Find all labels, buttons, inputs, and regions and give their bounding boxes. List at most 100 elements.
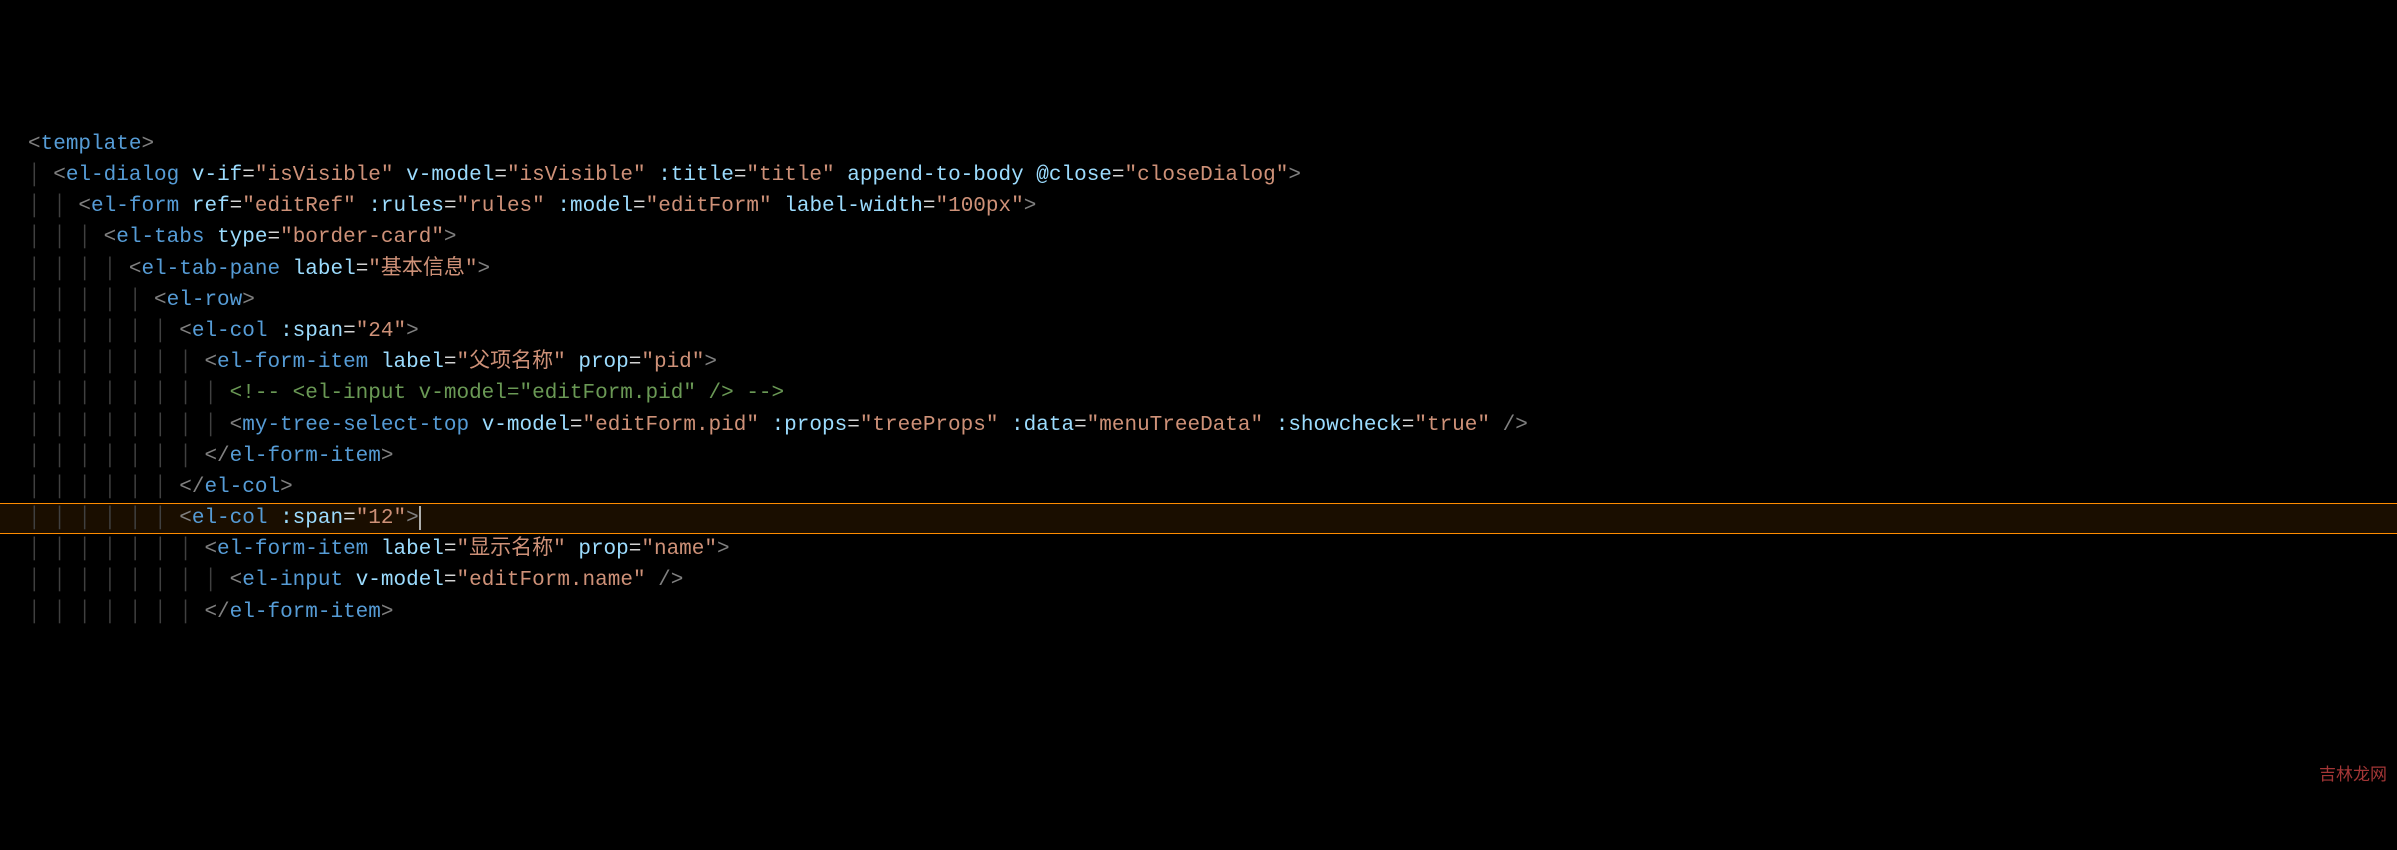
token-bracket: <: [204, 534, 217, 565]
code-line[interactable]: <template>: [0, 129, 2397, 160]
token-attr-value: "isVisible": [507, 160, 646, 191]
token-tag: el-form-item: [217, 347, 368, 378]
token-attr-name: :rules: [368, 191, 444, 222]
token-punct: [1024, 160, 1037, 191]
token-attr-name: :span: [280, 316, 343, 347]
indent-guide: │ │ │ │ │ │: [28, 316, 179, 347]
token-bracket: <: [179, 503, 192, 534]
token-bracket: >: [381, 597, 394, 628]
token-punct: =: [267, 222, 280, 253]
code-line[interactable]: │ │ │ │ │ │ │ │ <el-input v-model="editF…: [0, 565, 2397, 596]
token-bracket: >: [242, 285, 255, 316]
code-line[interactable]: │ │ │ │ │ <el-row>: [0, 285, 2397, 316]
token-bracket: </: [179, 472, 204, 503]
code-editor[interactable]: <template>│ <el-dialog v-if="isVisible" …: [0, 129, 2397, 628]
token-punct: =: [1402, 410, 1415, 441]
token-punct: =: [343, 316, 356, 347]
indent-guide: │ │ │ │: [28, 254, 129, 285]
code-line[interactable]: │ │ │ │ │ │ │ <el-form-item label="显示名称"…: [0, 534, 2397, 565]
token-bracket: <: [104, 222, 117, 253]
token-attr-name: v-if: [192, 160, 242, 191]
token-punct: =: [633, 191, 646, 222]
token-punct: [179, 160, 192, 191]
token-attr-value: "editRef": [242, 191, 355, 222]
token-attr-name: v-model: [356, 565, 444, 596]
code-line[interactable]: │ │ │ │ │ │ <el-col :span="24">: [0, 316, 2397, 347]
token-attr-value: "menuTreeData": [1087, 410, 1263, 441]
token-attr-name: label: [381, 347, 444, 378]
token-punct: =: [444, 347, 457, 378]
token-attr-name: :model: [557, 191, 633, 222]
token-bracket: >: [406, 503, 419, 534]
token-punct: [368, 347, 381, 378]
token-attr-value: "12": [356, 503, 406, 534]
token-attr-name: type: [217, 222, 267, 253]
token-punct: [759, 410, 772, 441]
token-tag: el-form-item: [230, 441, 381, 472]
token-tag: el-row: [167, 285, 243, 316]
code-line[interactable]: │ │ │ │ │ │ </el-col>: [0, 472, 2397, 503]
code-line[interactable]: │ │ │ │ │ │ │ </el-form-item>: [0, 441, 2397, 472]
token-punct: [267, 503, 280, 534]
token-bracket: <: [179, 316, 192, 347]
token-attr-value: "rules": [457, 191, 545, 222]
token-punct: [646, 565, 659, 596]
code-line[interactable]: │ │ <el-form ref="editRef" :rules="rules…: [0, 191, 2397, 222]
token-punct: [1490, 410, 1503, 441]
token-attr-value: "editForm": [646, 191, 772, 222]
code-line[interactable]: │ │ │ <el-tabs type="border-card">: [0, 222, 2397, 253]
token-attr-name: label: [381, 534, 444, 565]
token-punct: =: [444, 191, 457, 222]
indent-guide: │ │ │ │ │: [28, 285, 154, 316]
token-bracket: >: [141, 129, 154, 160]
token-punct: [566, 347, 579, 378]
token-attr-value: "基本信息": [368, 254, 477, 285]
code-line[interactable]: │ │ │ │ │ │ │ │ <my-tree-select-top v-mo…: [0, 410, 2397, 441]
token-attr-value: "treeProps": [860, 410, 999, 441]
token-bracket: >: [280, 472, 293, 503]
token-punct: =: [343, 503, 356, 534]
token-attr-value: "true": [1414, 410, 1490, 441]
token-tag: el-col: [192, 503, 268, 534]
token-punct: [566, 534, 579, 565]
token-bracket: </: [204, 597, 229, 628]
token-attr-value: "父项名称": [457, 347, 566, 378]
token-punct: [545, 191, 558, 222]
indent-guide: │ │ │ │ │ │: [28, 472, 179, 503]
token-punct: [356, 191, 369, 222]
token-punct: [998, 410, 1011, 441]
token-tag: el-form-item: [217, 534, 368, 565]
token-punct: [204, 222, 217, 253]
code-line[interactable]: │ <el-dialog v-if="isVisible" v-model="i…: [0, 160, 2397, 191]
text-cursor: [419, 506, 421, 530]
token-bracket: <: [129, 254, 142, 285]
token-attr-name: v-model: [406, 160, 494, 191]
token-punct: =: [923, 191, 936, 222]
code-line[interactable]: │ │ │ │ <el-tab-pane label="基本信息">: [0, 254, 2397, 285]
token-attr-name: :title: [658, 160, 734, 191]
token-bracket: />: [1503, 410, 1528, 441]
token-bracket: <: [28, 129, 41, 160]
token-punct: =: [356, 254, 369, 285]
token-punct: [267, 316, 280, 347]
indent-guide: │ │ │ │ │ │ │ │: [28, 565, 230, 596]
token-bracket: <: [230, 410, 243, 441]
token-punct: [646, 160, 659, 191]
token-punct: =: [847, 410, 860, 441]
token-attr-value: "editForm.name": [457, 565, 646, 596]
code-line[interactable]: │ │ │ │ │ │ │ </el-form-item>: [0, 597, 2397, 628]
token-attr-value: "editForm.pid": [583, 410, 759, 441]
token-punct: =: [230, 191, 243, 222]
token-tag: el-form-item: [230, 597, 381, 628]
watermark-text: 吉林龙网: [2319, 759, 2387, 790]
indent-guide: │ │ │ │ │ │ │: [28, 441, 204, 472]
token-punct: =: [444, 534, 457, 565]
token-attr-name: :data: [1011, 410, 1074, 441]
code-line[interactable]: │ │ │ │ │ │ │ <el-form-item label="父项名称"…: [0, 347, 2397, 378]
code-line[interactable]: │ │ │ │ │ │ <el-col :span="12">: [0, 503, 2397, 534]
token-attr-value: "closeDialog": [1125, 160, 1289, 191]
code-line[interactable]: │ │ │ │ │ │ │ │ <!-- <el-input v-model="…: [0, 378, 2397, 409]
token-attr-value: "100px": [935, 191, 1023, 222]
token-bracket: >: [381, 441, 394, 472]
token-tag: my-tree-select-top: [242, 410, 469, 441]
